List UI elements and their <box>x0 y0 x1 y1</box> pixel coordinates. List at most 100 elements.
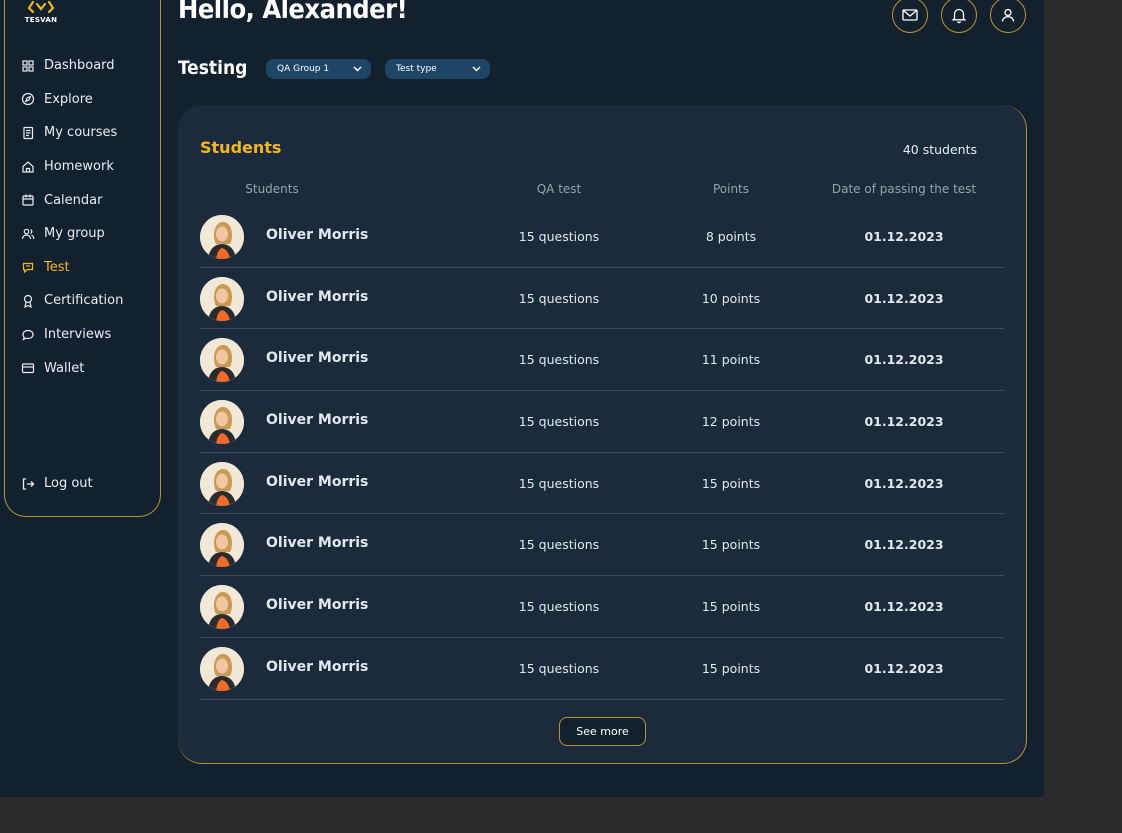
chevron-down-icon <box>353 66 362 72</box>
date-value: 01.12.2023 <box>864 352 944 368</box>
student-name: Oliver Morris <box>266 597 369 614</box>
sidebar-item-my-courses[interactable]: My courses <box>21 116 156 150</box>
table-row[interactable]: Oliver Morris 15 questions 11 points 01.… <box>200 329 1004 392</box>
messages-button[interactable] <box>892 0 928 33</box>
notifications-button[interactable] <box>941 0 977 33</box>
qa-test-value: 15 questions <box>518 352 600 368</box>
sidebar-item-explore[interactable]: Explore <box>21 83 156 117</box>
date-value: 01.12.2023 <box>864 599 944 615</box>
see-more-button[interactable]: See more <box>559 717 646 746</box>
sidebar-item-label: Calendar <box>44 192 103 208</box>
compass-icon <box>21 92 35 106</box>
sidebar-nav: Dashboard Explore My courses Homework Ca… <box>21 49 156 385</box>
sidebar-item-interviews[interactable]: Interviews <box>21 318 156 352</box>
award-icon <box>21 294 35 308</box>
points-value: 15 points <box>701 660 761 676</box>
students-card: Students 40 students Students QA test Po… <box>178 105 1027 764</box>
column-header-points: Points <box>712 182 750 196</box>
student-name: Oliver Morris <box>266 658 369 675</box>
table-row[interactable]: Oliver Morris 15 questions 8 points 01.1… <box>200 206 1004 268</box>
test-type-value: Test type <box>396 64 437 74</box>
qa-test-value: 15 questions <box>518 537 600 553</box>
sidebar-item-label: Dashboard <box>44 58 115 74</box>
student-name: Oliver Morris <box>266 227 369 243</box>
user-icon <box>1001 8 1015 22</box>
points-value: 15 points <box>701 599 761 615</box>
points-value: 8 points <box>705 229 757 244</box>
wallet-icon <box>21 361 35 375</box>
qa-test-value: 15 questions <box>518 414 600 430</box>
logo-text: TESVAN <box>24 16 58 24</box>
grid-icon <box>21 59 35 73</box>
calendar-icon <box>21 193 35 207</box>
student-name: Oliver Morris <box>266 412 369 429</box>
test-icon <box>21 260 35 274</box>
points-value: 12 points <box>701 414 761 430</box>
column-header-students: Students <box>245 182 299 196</box>
tesvan-logo[interactable]: TESVAN <box>23 0 59 26</box>
sidebar-item-label: Certification <box>44 293 124 309</box>
users-icon <box>21 227 35 241</box>
avatar <box>200 338 244 383</box>
date-value: 01.12.2023 <box>864 229 944 244</box>
sidebar-item-dashboard[interactable]: Dashboard <box>21 49 156 83</box>
date-value: 01.12.2023 <box>864 660 944 676</box>
avatar <box>200 400 244 445</box>
avatar <box>200 276 244 321</box>
mail-icon <box>902 9 918 21</box>
date-value: 01.12.2023 <box>864 537 944 553</box>
table-row[interactable]: Oliver Morris 15 questions 15 points 01.… <box>200 638 1004 700</box>
table-row[interactable]: Oliver Morris 15 questions 15 points 01.… <box>200 576 1004 638</box>
table-row[interactable]: Oliver Morris 15 questions 15 points 01.… <box>200 453 1004 515</box>
sidebar-item-wallet[interactable]: Wallet <box>21 351 156 385</box>
sidebar-item-certification[interactable]: Certification <box>21 284 156 318</box>
logout-label: Log out <box>44 476 93 491</box>
points-value: 15 points <box>701 475 761 491</box>
column-header-date: Date of passing the test <box>831 182 977 196</box>
sidebar-item-calendar[interactable]: Calendar <box>21 183 156 217</box>
header-actions <box>892 0 1026 33</box>
avatar <box>200 215 244 259</box>
sidebar-item-label: My courses <box>44 125 118 141</box>
avatar <box>200 646 244 691</box>
students-count: 40 students <box>902 142 977 157</box>
avatar <box>200 585 244 630</box>
sidebar-item-label: Homework <box>44 159 114 175</box>
sidebar-item-homework[interactable]: Homework <box>21 150 156 184</box>
test-type-select[interactable]: Test type <box>385 59 490 79</box>
students-table: Oliver Morris 15 questions 8 points 01.1… <box>200 206 1004 700</box>
app-window: TESVAN Dashboard Explore My courses Home… <box>0 0 1044 797</box>
chat-icon <box>21 328 35 342</box>
bell-icon <box>951 8 967 24</box>
table-row[interactable]: Oliver Morris 15 questions 12 points 01.… <box>200 391 1004 453</box>
book-icon <box>21 126 35 140</box>
students-card-title: Students <box>200 138 282 157</box>
chevron-down-icon <box>472 66 481 72</box>
logout-button[interactable]: Log out <box>21 476 93 491</box>
points-value: 10 points <box>701 290 761 306</box>
sidebar-item-test[interactable]: Test <box>21 251 156 285</box>
sidebar-item-my-group[interactable]: My group <box>21 217 156 251</box>
group-filter-select[interactable]: QA Group 1 <box>266 59 371 79</box>
sidebar-item-label: Explore <box>44 91 93 107</box>
sidebar-item-label: Wallet <box>44 360 85 376</box>
date-value: 01.12.2023 <box>864 414 944 430</box>
student-name: Oliver Morris <box>266 535 369 552</box>
student-name: Oliver Morris <box>266 288 369 305</box>
table-row[interactable]: Oliver Morris 15 questions 15 points 01.… <box>200 514 1004 577</box>
sidebar-item-label: My group <box>44 226 105 242</box>
student-name: Oliver Morris <box>266 350 369 367</box>
qa-test-value: 15 questions <box>518 660 600 676</box>
home-icon <box>21 160 35 174</box>
avatar <box>200 523 244 568</box>
greeting-title: Hello, Alexander! <box>178 0 408 25</box>
sidebar-item-label: Interviews <box>44 327 112 343</box>
date-value: 01.12.2023 <box>864 475 944 491</box>
sidebar: TESVAN Dashboard Explore My courses Home… <box>4 0 161 517</box>
table-row[interactable]: Oliver Morris 15 questions 10 points 01.… <box>200 268 1004 330</box>
avatar <box>200 461 244 506</box>
sidebar-item-label: Test <box>44 259 70 275</box>
column-header-qa-test: QA test <box>536 182 582 196</box>
logout-icon <box>21 477 35 491</box>
profile-button[interactable] <box>990 0 1026 33</box>
